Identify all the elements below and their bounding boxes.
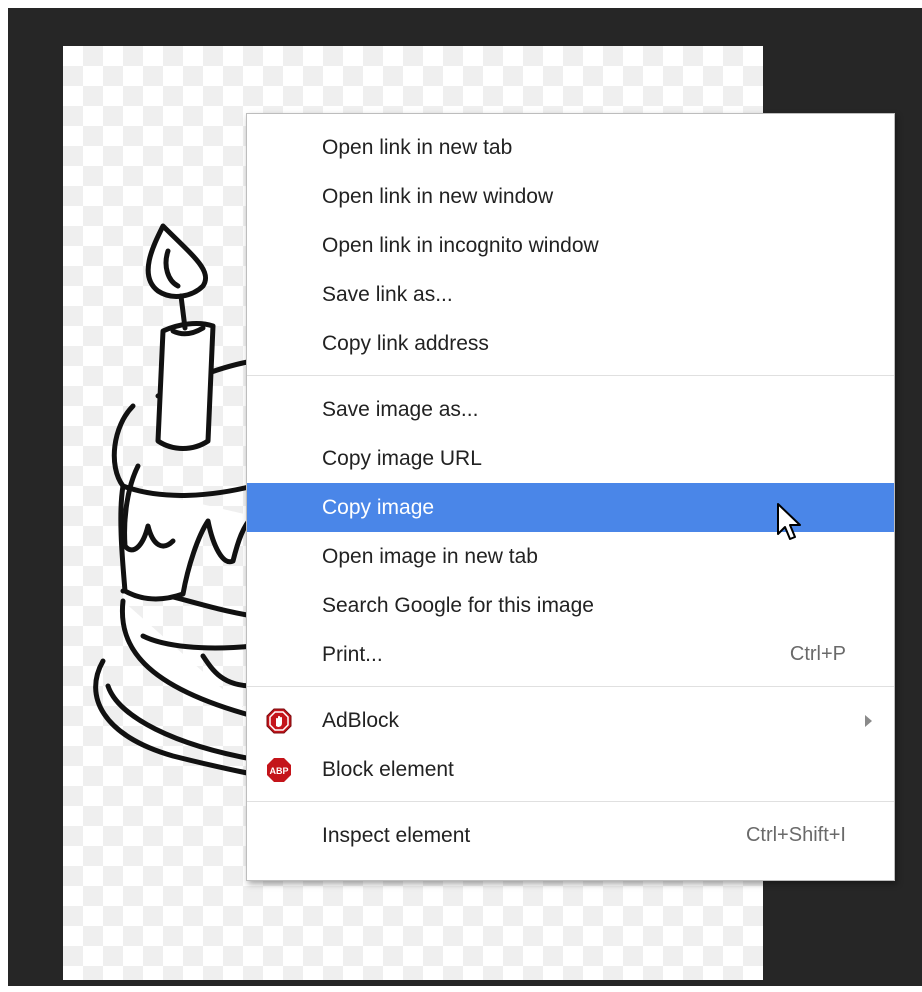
adblock-stop-icon bbox=[266, 708, 292, 734]
menu-item-label: Search Google for this image bbox=[322, 593, 594, 617]
menu-separator bbox=[247, 686, 894, 687]
menu-item-print[interactable]: Print... Ctrl+P bbox=[247, 630, 894, 679]
menu-item-save-image-as[interactable]: Save image as... bbox=[247, 385, 894, 434]
menu-item-open-link-new-window[interactable]: Open link in new window bbox=[247, 172, 894, 221]
menu-item-label: Block element bbox=[322, 757, 454, 781]
menu-item-save-link-as[interactable]: Save link as... bbox=[247, 270, 894, 319]
menu-separator bbox=[247, 375, 894, 376]
menu-item-label: Open link in new tab bbox=[322, 135, 513, 159]
menu-separator bbox=[247, 801, 894, 802]
menu-item-label: Save link as... bbox=[322, 282, 453, 306]
menu-item-label: Open link in new window bbox=[322, 184, 554, 208]
menu-group-extensions: AdBlock ABP Block element bbox=[247, 696, 894, 794]
menu-item-label: Open link in incognito window bbox=[322, 233, 599, 257]
submenu-arrow-icon bbox=[865, 715, 872, 727]
shortcut-print: Ctrl+P bbox=[789, 643, 846, 665]
menu-item-label: Open image in new tab bbox=[322, 544, 538, 568]
mouse-pointer-icon bbox=[777, 503, 801, 540]
abp-icon: ABP bbox=[267, 758, 291, 782]
menu-item-label: AdBlock bbox=[322, 708, 400, 732]
menu-item-inspect-element[interactable]: Inspect element Ctrl+Shift+I bbox=[247, 811, 894, 860]
menu-group-link: Open link in new tab Open link in new wi… bbox=[247, 114, 894, 368]
context-menu: Open link in new tab Open link in new wi… bbox=[246, 113, 895, 881]
menu-item-label: Save image as... bbox=[322, 397, 479, 421]
abp-icon-text: ABP bbox=[269, 766, 288, 776]
menu-group-devtools: Inspect element Ctrl+Shift+I bbox=[247, 811, 894, 860]
menu-item-copy-image-url[interactable]: Copy image URL bbox=[247, 434, 894, 483]
menu-item-label: Inspect element bbox=[322, 823, 471, 847]
menu-item-label: Print... bbox=[322, 642, 383, 666]
menu-item-label: Copy image bbox=[322, 495, 435, 519]
menu-item-copy-link-address[interactable]: Copy link address bbox=[247, 319, 894, 368]
menu-item-open-link-new-tab[interactable]: Open link in new tab bbox=[247, 123, 894, 172]
menu-item-block-element[interactable]: ABP Block element bbox=[247, 745, 894, 794]
menu-item-label: Copy link address bbox=[322, 331, 489, 355]
menu-item-search-google-image[interactable]: Search Google for this image bbox=[247, 581, 894, 630]
shortcut-inspect: Ctrl+Shift+I bbox=[745, 824, 846, 846]
menu-item-label: Copy image URL bbox=[322, 446, 482, 470]
menu-item-adblock[interactable]: AdBlock bbox=[247, 696, 894, 745]
menu-item-open-link-incognito[interactable]: Open link in incognito window bbox=[247, 221, 894, 270]
